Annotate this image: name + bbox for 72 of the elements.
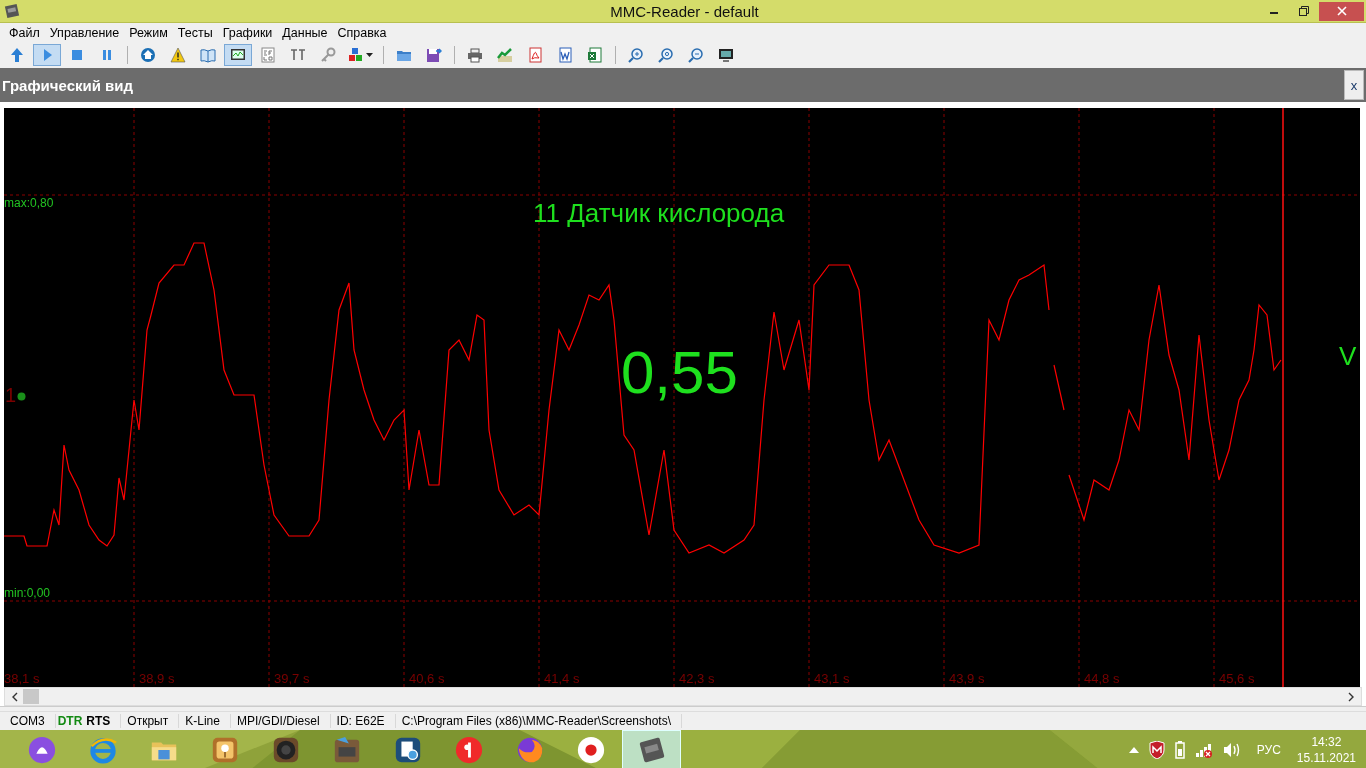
battery-icon[interactable] — [1174, 741, 1185, 759]
trend-icon — [497, 47, 513, 63]
menu-item[interactable]: Управление — [44, 26, 125, 40]
status-item: MPI/GDI/Diesel — [230, 714, 331, 728]
font-icon — [290, 47, 306, 63]
menu-item[interactable]: Режим — [124, 26, 173, 40]
time-tick-label: 45,6 s — [1219, 671, 1255, 686]
settings-app-icon — [392, 735, 423, 765]
menu-item[interactable]: Справка — [332, 26, 392, 40]
word-document-icon — [557, 47, 573, 63]
sensor-value: 0,55 — [621, 338, 738, 407]
spreadsheet-icon — [587, 47, 603, 63]
network-icon[interactable] — [1194, 742, 1213, 758]
book-icon — [200, 47, 216, 63]
menu-item[interactable]: Файл — [4, 26, 45, 40]
min-label: min:0,00 — [4, 586, 51, 600]
printer-icon — [467, 47, 483, 63]
status-item: C:\Program Files (x86)\MMC-Reader\Screenshots\ — [395, 714, 683, 728]
warning-icon — [170, 47, 186, 63]
app-logo-icon — [4, 3, 20, 19]
sensor-title: 11 Датчик кислорода — [533, 198, 785, 229]
speaker-icon — [270, 735, 301, 765]
zoom-reset-icon — [658, 47, 674, 63]
home-icon — [140, 47, 156, 63]
status-item: DTR — [56, 714, 84, 728]
pdf-icon — [527, 47, 543, 63]
document-icon — [331, 735, 362, 765]
horizontal-scrollbar[interactable] — [4, 687, 1362, 706]
status-item: ID: E62E — [330, 714, 396, 728]
panel-close-button[interactable]: x — [1344, 70, 1364, 100]
time-tick-label: 43,9 s — [949, 671, 985, 686]
caret-icon — [366, 53, 373, 57]
scroll-right-icon — [1347, 691, 1355, 702]
graph-monitor-button[interactable] — [224, 44, 252, 66]
menu-item[interactable]: Тесты — [172, 26, 218, 40]
volume-icon[interactable] — [1222, 742, 1241, 758]
time-tick-label: 39,7 s — [274, 671, 310, 686]
save-icon — [426, 47, 442, 63]
channel-number: 1 — [5, 384, 17, 407]
tray-arrow-icon[interactable] — [1128, 747, 1139, 753]
status-item: Открыт — [120, 714, 180, 728]
zoom-in-icon — [628, 47, 644, 63]
window-title: MMC-Reader - default — [609, 2, 760, 20]
restore-icon — [1299, 6, 1309, 16]
channel-dot-icon — [17, 392, 26, 401]
scroll-thumb[interactable] — [23, 689, 39, 704]
max-label: max:0,80 — [4, 196, 54, 210]
close-icon — [1336, 6, 1347, 16]
photo-app-icon — [209, 735, 240, 765]
unit-label: V — [1339, 341, 1357, 372]
time-tick-label: 40,6 s — [409, 671, 445, 686]
time-tick-label: 41,4 s — [544, 671, 580, 686]
time-tick-label: 43,1 s — [814, 671, 850, 686]
status-item: K-Line — [179, 714, 231, 728]
time-tick-label: 38,1 s — [4, 671, 40, 686]
status-item: RTS — [85, 714, 112, 728]
status-item: COM3 — [4, 714, 56, 728]
monitor-icon — [718, 47, 734, 63]
menu-item[interactable]: Графики — [217, 26, 278, 40]
menu-item[interactable]: Данные — [277, 26, 333, 40]
scroll-left-icon — [11, 691, 19, 702]
time-tick-label: 42,3 s — [679, 671, 715, 686]
zoom-out-icon — [688, 47, 704, 63]
taskbar-app-button[interactable] — [622, 730, 681, 768]
play-button[interactable] — [33, 44, 61, 66]
time-tick-label: 44,8 s — [1084, 671, 1120, 686]
graph-monitor-icon — [230, 47, 246, 63]
shield-icon[interactable] — [1148, 741, 1165, 759]
time-tick-label: 38,9 s — [139, 671, 175, 686]
data-sheet-icon — [260, 47, 276, 63]
panel-title: Графический вид — [2, 76, 134, 94]
stop-icon — [69, 47, 85, 63]
